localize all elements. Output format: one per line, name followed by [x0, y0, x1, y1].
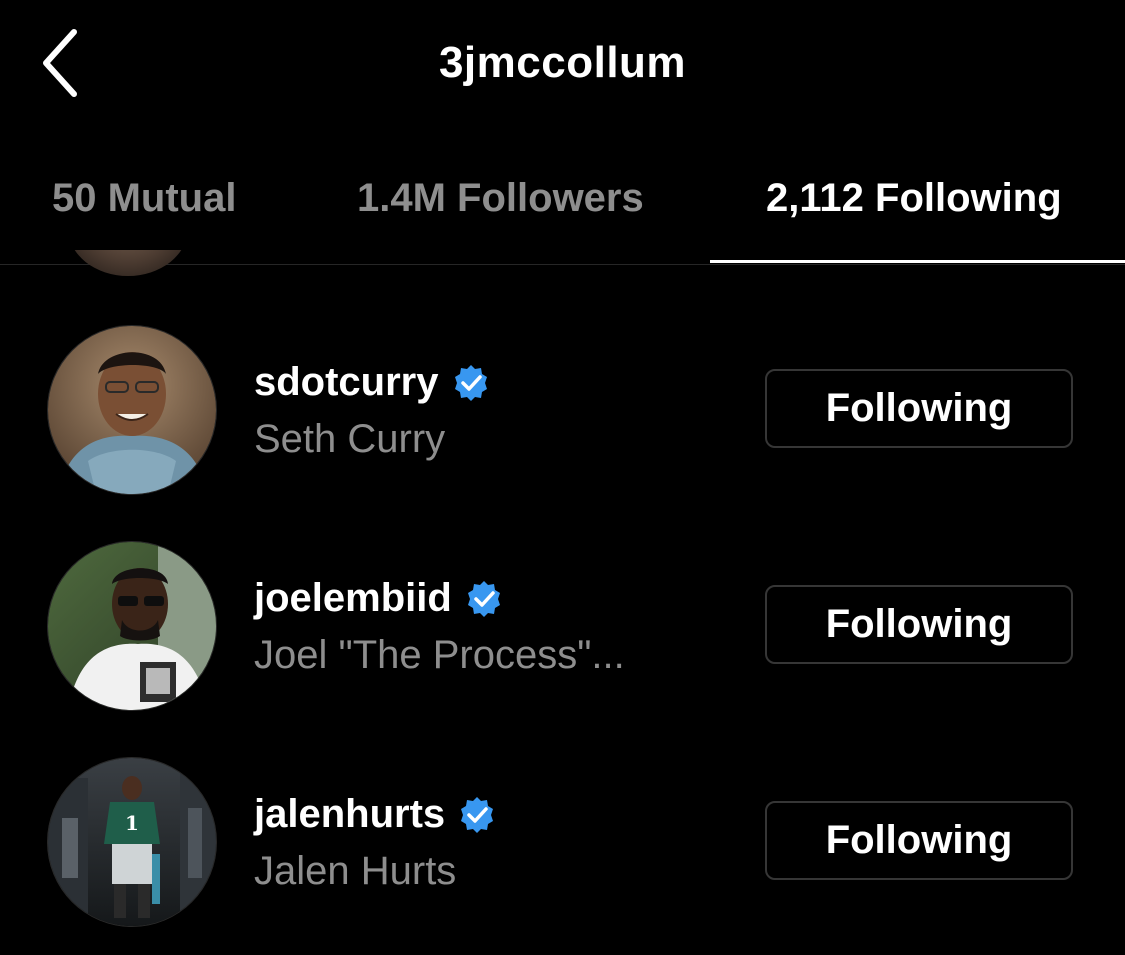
- full-name: Jalen Hurts: [254, 849, 457, 893]
- following-button[interactable]: Following: [765, 585, 1073, 664]
- tab-mutual[interactable]: 50 Mutual: [52, 176, 236, 221]
- tab-followers[interactable]: 1.4M Followers: [357, 176, 644, 221]
- following-button[interactable]: Following: [765, 369, 1073, 448]
- tab-following[interactable]: 2,112 Following: [766, 176, 1062, 221]
- verified-badge-icon: [461, 796, 494, 833]
- full-name: Joel "The Process"...: [254, 633, 625, 677]
- full-name: Seth Curry: [254, 417, 446, 461]
- active-tab-indicator: [710, 260, 1125, 263]
- avatar[interactable]: [48, 326, 216, 494]
- verified-badge-icon: [454, 364, 487, 401]
- page-title: 3jmccollum: [438, 38, 687, 87]
- username[interactable]: joelembiid: [254, 576, 452, 621]
- header: 3jmccollum: [0, 0, 1125, 140]
- svg-text:1: 1: [125, 811, 139, 835]
- following-button[interactable]: Following: [765, 801, 1073, 880]
- list-item[interactable]: joelembiid Joel "The Process"... Followi…: [0, 536, 1125, 716]
- username[interactable]: jalenhurts: [254, 792, 445, 837]
- tab-bar: 50 Mutual 1.4M Followers 2,112 Following: [0, 140, 1125, 265]
- list-item[interactable]: 1 jalenhurts Jalen Hurts Following: [0, 752, 1125, 932]
- list-item[interactable]: sdotcurry Seth Curry Following: [0, 320, 1125, 500]
- avatar[interactable]: [48, 542, 216, 710]
- verified-badge-icon: [467, 580, 500, 617]
- avatar[interactable]: 1: [48, 758, 216, 926]
- username[interactable]: sdotcurry: [254, 360, 439, 405]
